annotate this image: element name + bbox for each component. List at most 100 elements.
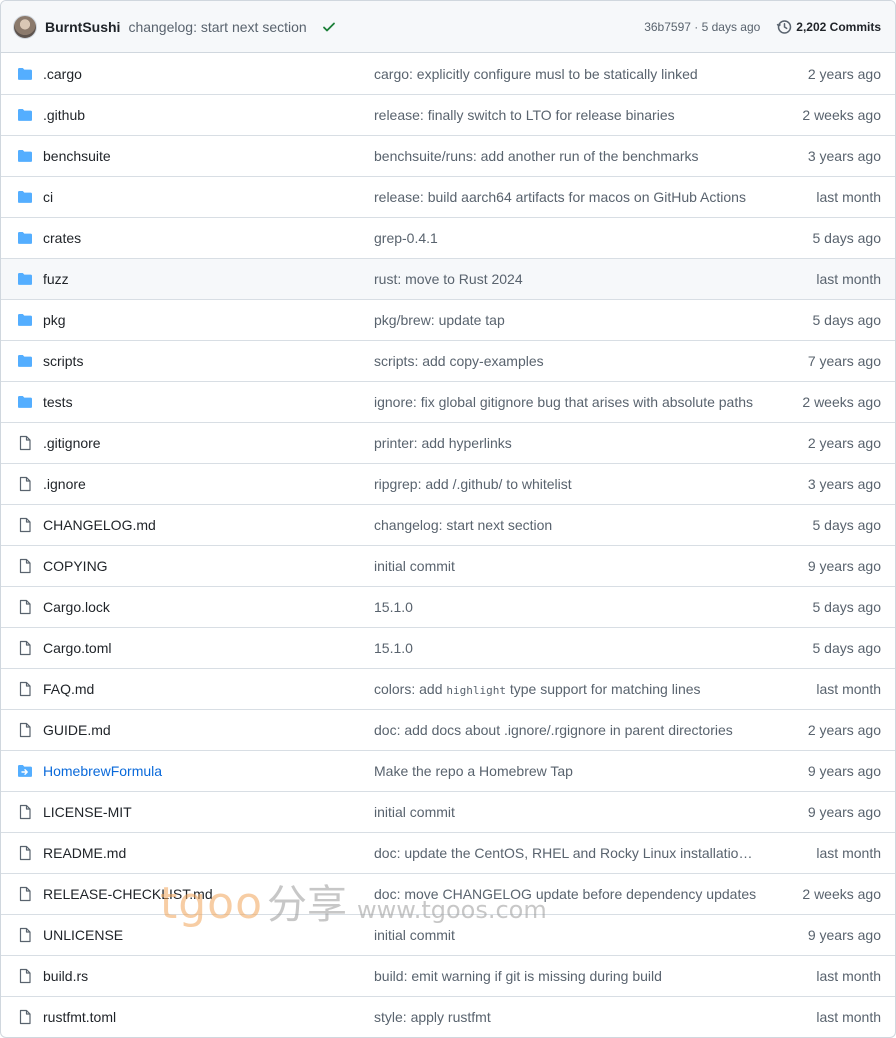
file-row-folder[interactable]: scripts scripts: add copy-examples 7 years… [1,341,895,382]
file-row-file[interactable]: FAQ.md colors: add highlight type support… [1,669,895,710]
commit-message-link[interactable]: initial commit [374,804,758,820]
commit-message-link[interactable]: grep-0.4.1 [374,230,758,246]
file-name[interactable]: build.rs [43,968,88,984]
file-name[interactable]: pkg [43,312,66,328]
commit-age: 5 days ago [812,599,882,615]
folder-icon [17,189,33,205]
file-name[interactable]: GUIDE.md [43,722,111,738]
commit-message-link[interactable]: ripgrep: add /.github/ to whitelist [374,476,758,492]
commit-age: last month [816,845,881,861]
file-row-folder[interactable]: .cargo cargo: explicitly configure musl t… [1,54,895,95]
commit-age: 9 years ago [807,804,881,820]
commit-message-link[interactable]: release: finally switch to LTO for relea… [374,107,758,123]
file-name[interactable]: rustfmt.toml [43,1009,116,1025]
commit-message-link[interactable]: pkg/brew: update tap [374,312,758,328]
file-row-folder[interactable]: tests ignore: fix global gitignore bug th… [1,382,895,423]
file-row-file[interactable]: .ignore ripgrep: add /.github/ to whiteli… [1,464,895,505]
commit-message-link[interactable]: cargo: explicitly configure musl to be s… [374,66,758,82]
commit-age: last month [816,681,881,697]
commit-message-link[interactable]: changelog: start next section [374,517,758,533]
commit-age: 5 days ago [812,230,882,246]
file-row-file[interactable]: UNLICENSE initial commit 9 years ago [1,915,895,956]
commit-age: 2 weeks ago [802,886,881,902]
file-row-file[interactable]: RELEASE-CHECKLIST.md doc: move CHANGELOG … [1,874,895,915]
commit-message-link[interactable]: doc: add docs about .ignore/.rgignore in… [374,722,758,738]
file-name[interactable]: .github [43,107,85,123]
file-name[interactable]: ci [43,189,53,205]
file-row-file[interactable]: CHANGELOG.md changelog: start next sectio… [1,505,895,546]
file-row-folder[interactable]: pkg pkg/brew: update tap 5 days ago [1,300,895,341]
latest-commit-bar: BurntSushi changelog: start next section… [1,1,895,53]
file-name[interactable]: .ignore [43,476,86,492]
folder-icon [17,353,33,369]
file-row-file[interactable]: rustfmt.toml style: apply rustfmt last mon… [1,997,895,1037]
file-icon [17,640,33,656]
message-text: colors: add [374,681,447,697]
commit-age: 9 years ago [807,763,881,779]
file-name[interactable]: RELEASE-CHECKLIST.md [43,886,213,902]
file-name[interactable]: Cargo.toml [43,640,111,656]
commit-message-link[interactable]: scripts: add copy-examples [374,353,758,369]
commit-message-link[interactable]: doc: move CHANGELOG update before depend… [374,886,758,902]
file-row-submodule[interactable]: HomebrewFormula Make the repo a Homebrew … [1,751,895,792]
file-name[interactable]: FAQ.md [43,681,94,697]
commit-age: 7 years ago [807,353,881,369]
commit-message-link[interactable]: 15.1.0 [374,640,758,656]
file-name[interactable]: COPYING [43,558,108,574]
commits-link[interactable]: 2,202 Commits [776,19,881,35]
file-row-file[interactable]: .gitignore printer: add hyperlinks 2 years… [1,423,895,464]
avatar[interactable] [13,14,37,39]
commit-author[interactable]: BurntSushi [45,19,120,35]
file-row-file[interactable]: build.rs build: emit warning if git is mi… [1,956,895,997]
check-icon[interactable] [321,19,337,35]
file-row-file[interactable]: GUIDE.md doc: add docs about .ignore/.rgi… [1,710,895,751]
commit-age: 2 weeks ago [802,107,881,123]
file-row-file[interactable]: LICENSE-MIT initial commit 9 years ago [1,792,895,833]
file-name[interactable]: .gitignore [43,435,101,451]
file-name[interactable]: tests [43,394,73,410]
file-row-folder[interactable]: .github release: finally switch to LTO fo… [1,95,895,136]
file-name[interactable]: .cargo [43,66,82,82]
commit-message-link[interactable]: printer: add hyperlinks [374,435,758,451]
file-icon [17,845,33,861]
commit-message-link[interactable]: build: emit warning if git is missing du… [374,968,758,984]
file-name[interactable]: crates [43,230,81,246]
commit-message-link[interactable]: benchsuite/runs: add another run of the … [374,148,758,164]
message-text: type support for matching lines [505,681,701,697]
folder-icon [17,107,33,123]
commit-age: 2 years ago [807,722,881,738]
file-row-file[interactable]: COPYING initial commit 9 years ago [1,546,895,587]
file-row-folder[interactable]: ci release: build aarch64 artifacts for m… [1,177,895,218]
file-name[interactable]: fuzz [43,271,69,287]
file-name[interactable]: HomebrewFormula [43,763,162,779]
commit-message-link[interactable]: doc: update the CentOS, RHEL and Rocky L… [374,845,758,861]
commit-message-link[interactable]: initial commit [374,927,758,943]
file-name[interactable]: scripts [43,353,83,369]
file-icon [17,517,33,533]
commit-message-link[interactable]: rust: move to Rust 2024 [374,271,758,287]
commit-message-link[interactable]: ignore: fix global gitignore bug that ar… [374,394,758,410]
file-name[interactable]: LICENSE-MIT [43,804,132,820]
file-icon [17,886,33,902]
file-name[interactable]: Cargo.lock [43,599,110,615]
commit-message-link[interactable]: release: build aarch64 artifacts for mac… [374,189,758,205]
file-name[interactable]: benchsuite [43,148,111,164]
file-row-file[interactable]: Cargo.lock 15.1.0 5 days ago [1,587,895,628]
file-name[interactable]: UNLICENSE [43,927,123,943]
commit-message-link[interactable]: 15.1.0 [374,599,758,615]
commit-age: 5 days ago [812,312,882,328]
commit-message-link[interactable]: Make the repo a Homebrew Tap [374,763,758,779]
file-row-folder[interactable]: crates grep-0.4.1 5 days ago [1,218,895,259]
file-row-file[interactable]: Cargo.toml 15.1.0 5 days ago [1,628,895,669]
commit-message-link[interactable]: colors: add highlight type support for m… [374,681,758,697]
file-row-folder[interactable]: fuzz rust: move to Rust 2024 last month [1,259,895,300]
file-name[interactable]: CHANGELOG.md [43,517,156,533]
commit-message[interactable]: changelog: start next section [128,19,306,35]
file-row-file[interactable]: README.md doc: update the CentOS, RHEL an… [1,833,895,874]
commit-message-link[interactable]: initial commit [374,558,758,574]
folder-icon [17,148,33,164]
commit-sha-age[interactable]: 36b7597 · 5 days ago [644,20,760,34]
commit-message-link[interactable]: style: apply rustfmt [374,1009,758,1025]
file-row-folder[interactable]: benchsuite benchsuite/runs: add another r… [1,136,895,177]
file-name[interactable]: README.md [43,845,126,861]
